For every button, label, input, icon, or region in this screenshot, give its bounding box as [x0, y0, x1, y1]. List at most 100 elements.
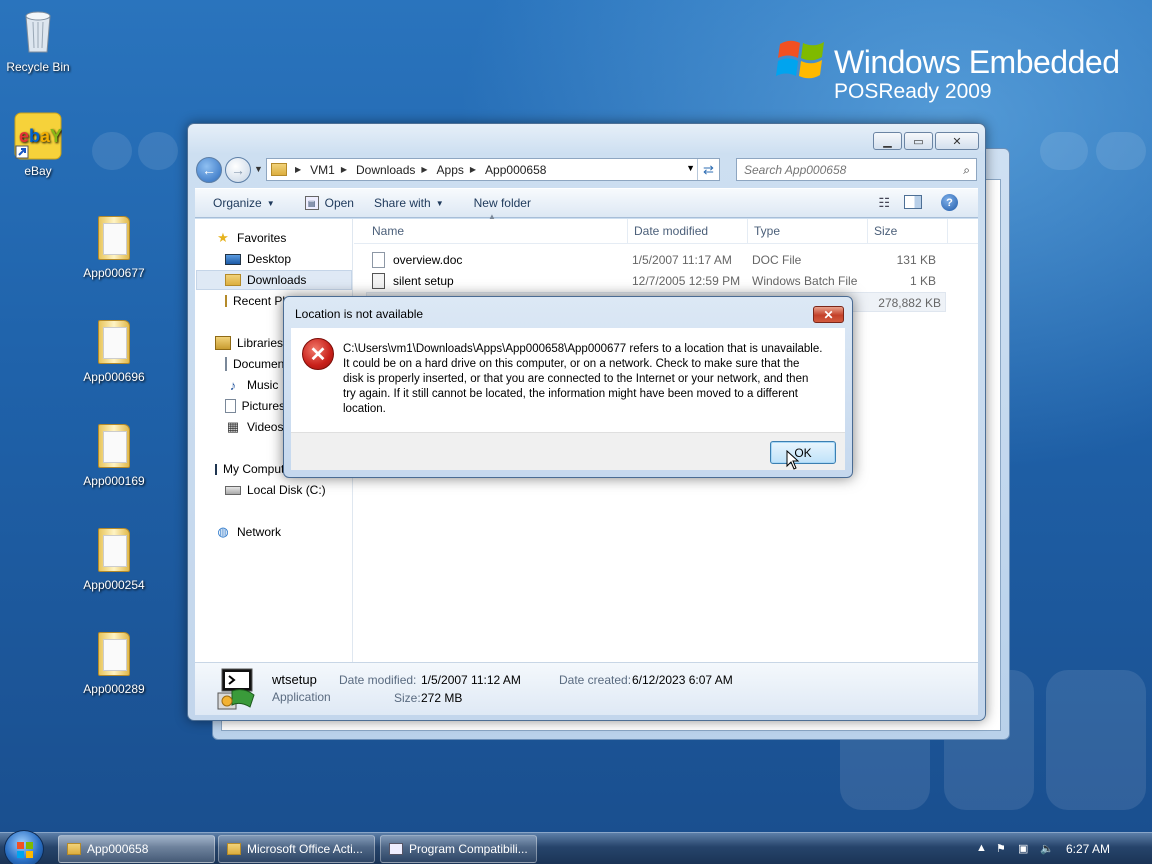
- dialog-body: ✕ C:\Users\vm1\Downloads\Apps\App000658\…: [291, 328, 845, 432]
- search-input[interactable]: [744, 162, 954, 177]
- nav-libraries[interactable]: Libraries: [215, 333, 285, 353]
- view-list-icon: ☷: [878, 195, 890, 210]
- new-folder-button[interactable]: New folder: [465, 189, 540, 217]
- chevron-right-icon[interactable]: ▶: [295, 165, 301, 174]
- file-date: 12/7/2005 12:59 PM: [632, 274, 741, 288]
- desktop-icon-app000169[interactable]: App000169: [69, 422, 159, 488]
- share-with-button[interactable]: Share with ▼: [365, 189, 453, 217]
- change-view-button[interactable]: ☷: [878, 195, 890, 211]
- dialog-close-button[interactable]: ✕: [813, 306, 844, 323]
- maximize-button[interactable]: ▭: [904, 132, 933, 150]
- taskbar-button-office-activation[interactable]: Microsoft Office Acti...: [218, 835, 375, 863]
- network-icon: ◍: [217, 524, 229, 539]
- dialog-message: C:\Users\vm1\Downloads\Apps\App000658\Ap…: [343, 343, 823, 415]
- open-button[interactable]: ▤ Open: [296, 189, 363, 217]
- file-size: 1 KB: [909, 274, 936, 288]
- file-size: 278,882 KB: [878, 296, 941, 310]
- desktop-icon-app000289[interactable]: App000289: [69, 630, 159, 696]
- mouse-cursor-icon: [786, 450, 800, 470]
- file-row[interactable]: silent setup 12/7/2005 12:59 PM Windows …: [366, 271, 946, 291]
- nav-my-computer[interactable]: My Computer: [215, 459, 285, 479]
- file-type: DOC File: [752, 253, 802, 267]
- show-hidden-icons-button[interactable]: ▲: [976, 842, 987, 854]
- breadcrumb-apps[interactable]: Apps: [437, 163, 464, 177]
- taskbar-button-label: Program Compatibili...: [409, 842, 528, 856]
- nav-label: Local Disk (C:): [247, 483, 326, 497]
- recycle-bin-icon: [25, 11, 51, 53]
- ok-button[interactable]: OK: [770, 441, 836, 464]
- column-name[interactable]: Name: [366, 219, 628, 244]
- search-box[interactable]: ⌕: [736, 158, 977, 181]
- folder-icon: [98, 632, 130, 676]
- nav-label: Recent Places: [233, 294, 285, 308]
- svg-text:Y: Y: [50, 126, 62, 146]
- nav-pictures[interactable]: Pictures: [225, 396, 285, 416]
- minimize-button[interactable]: ▁: [873, 132, 902, 150]
- nav-recent-places[interactable]: Recent Places: [225, 291, 285, 311]
- desktop-icon-app000696[interactable]: App000696: [69, 318, 159, 384]
- desktop-icon-recycle-bin[interactable]: Recycle Bin: [0, 8, 83, 74]
- nav-network[interactable]: ◍ Network: [215, 522, 281, 542]
- taskbar-button-label: App000658: [87, 842, 149, 856]
- column-size[interactable]: Size: [868, 219, 948, 244]
- network-status-icon[interactable]: ▣: [1018, 842, 1028, 855]
- forward-button[interactable]: →: [225, 157, 251, 183]
- refresh-button[interactable]: ⇄: [697, 159, 719, 180]
- brand-line-1: Windows Embedded: [834, 44, 1120, 80]
- nav-music[interactable]: ♪ Music: [225, 375, 285, 395]
- close-button[interactable]: ✕: [935, 132, 979, 150]
- column-type[interactable]: Type: [748, 219, 868, 244]
- nav-label: Libraries: [237, 336, 284, 350]
- folder-icon: [227, 843, 241, 855]
- folder-icon: [98, 320, 130, 364]
- nav-local-disk[interactable]: Local Disk (C:): [225, 480, 326, 500]
- file-row[interactable]: overview.doc 1/5/2007 11:17 AM DOC File …: [366, 250, 946, 270]
- chevron-right-icon[interactable]: ▶: [470, 165, 476, 174]
- desktop-icon-label: App000677: [83, 266, 145, 280]
- column-date-modified[interactable]: Date modified: [628, 219, 748, 244]
- nav-label: Pictures: [241, 399, 285, 413]
- chevron-right-icon[interactable]: ▶: [421, 165, 427, 174]
- nav-downloads[interactable]: Downloads: [196, 270, 352, 290]
- volume-muted-icon[interactable]: 🔈: [1040, 842, 1054, 855]
- search-icon[interactable]: ⌕: [963, 163, 970, 178]
- preview-pane-button[interactable]: [904, 195, 922, 209]
- breadcrumb-vm1[interactable]: VM1: [310, 163, 335, 177]
- film-icon: ▦: [226, 419, 240, 434]
- chevron-right-icon[interactable]: ▶: [341, 165, 347, 174]
- brand-line-2: POSReady 2009: [834, 80, 992, 103]
- navigation-bar: ← → ▼ ▶ VM1 ▶ Downloads ▶ Apps ▶ App0006…: [196, 156, 977, 184]
- action-center-icon[interactable]: ⚑: [996, 842, 1006, 855]
- chevron-down-icon: ▼: [435, 198, 444, 208]
- desktop-icon-app000254[interactable]: App000254: [69, 526, 159, 592]
- nav-videos[interactable]: ▦ Videos: [225, 417, 285, 437]
- nav-documents[interactable]: Documents: [225, 354, 285, 374]
- arrow-left-icon: ←: [202, 162, 216, 178]
- file-size: 131 KB: [896, 253, 936, 267]
- open-label: Open: [324, 196, 354, 210]
- desktop-icon-app000677[interactable]: App000677: [69, 214, 159, 280]
- recent-pages-dropdown[interactable]: ▼: [254, 164, 263, 174]
- breadcrumb-downloads[interactable]: Downloads: [356, 163, 415, 177]
- address-dropdown[interactable]: ▼: [686, 163, 695, 173]
- nav-label: Music: [247, 378, 279, 392]
- taskbar-button-program-compatibility[interactable]: Program Compatibili...: [380, 835, 537, 863]
- error-icon: ✕: [302, 338, 334, 370]
- details-file-name: wtsetup: [272, 672, 317, 687]
- details-pane: wtsetup Application Date modified: 1/5/2…: [195, 662, 978, 715]
- location-error-dialog[interactable]: Location is not available ✕ ✕ C:\Users\v…: [283, 296, 853, 478]
- organize-button[interactable]: Organize ▼: [195, 189, 284, 217]
- breadcrumb-app000658[interactable]: App000658: [485, 163, 546, 177]
- address-bar[interactable]: ▶ VM1 ▶ Downloads ▶ Apps ▶ App000658 ▼ ⇄: [266, 158, 720, 181]
- folder-icon: [67, 843, 81, 855]
- help-button[interactable]: ?: [941, 194, 958, 211]
- back-button[interactable]: ←: [196, 157, 222, 183]
- clock[interactable]: 6:27 AM: [1066, 842, 1110, 856]
- nav-favorites[interactable]: ★ Favorites: [215, 228, 286, 248]
- taskbar-button-app000658[interactable]: App000658: [58, 835, 215, 863]
- start-button[interactable]: [4, 830, 44, 864]
- nav-desktop[interactable]: Desktop: [225, 249, 291, 269]
- windows-flag-icon: [17, 842, 33, 858]
- desktop-icon-ebay[interactable]: e b a Y eBay: [0, 112, 83, 178]
- details-created-label: Date created:: [559, 673, 632, 687]
